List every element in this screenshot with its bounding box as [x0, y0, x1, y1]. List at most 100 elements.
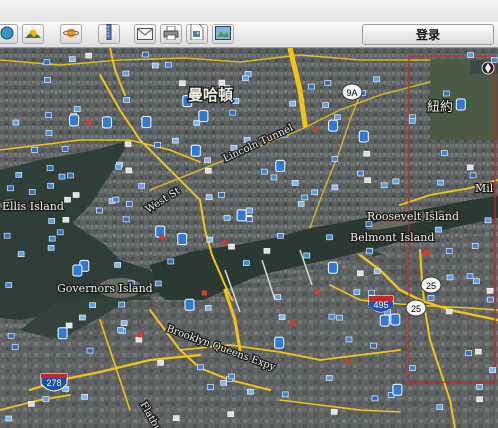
place-pin-icon[interactable]	[184, 298, 195, 311]
photo-marker-icon[interactable]	[46, 165, 54, 171]
photo-marker-icon[interactable]	[165, 61, 172, 68]
photo-marker-icon[interactable]	[56, 229, 64, 236]
photo-marker-icon[interactable]	[17, 251, 25, 257]
photo-marker-icon[interactable]	[7, 332, 15, 339]
photo-marker-icon[interactable]	[42, 396, 50, 402]
photo-marker-icon[interactable]	[371, 395, 379, 402]
photo-marker-icon[interactable]	[242, 75, 249, 82]
photo-marker-icon[interactable]	[442, 90, 450, 97]
photo-marker-icon[interactable]	[489, 367, 496, 373]
photo-marker-icon[interactable]	[118, 301, 125, 308]
photo-marker-icon[interactable]	[135, 336, 143, 343]
photo-marker-icon[interactable]	[466, 164, 474, 171]
photo-marker-icon[interactable]	[44, 77, 51, 83]
red-poi-marker-icon[interactable]	[201, 290, 207, 296]
place-pin-icon[interactable]	[455, 98, 466, 111]
red-poi-marker-icon[interactable]	[137, 332, 143, 338]
red-poi-marker-icon[interactable]	[159, 234, 165, 240]
photo-marker-icon[interactable]	[373, 268, 381, 275]
photo-marker-icon[interactable]	[204, 304, 212, 311]
photo-marker-icon[interactable]	[206, 236, 214, 243]
photo-marker-icon[interactable]	[31, 147, 39, 153]
photo-marker-icon[interactable]	[62, 217, 70, 223]
photo-marker-icon[interactable]	[490, 56, 498, 63]
red-poi-marker-icon[interactable]	[313, 126, 318, 132]
red-poi-marker-icon[interactable]	[290, 320, 296, 326]
photo-marker-icon[interactable]	[67, 172, 74, 179]
navigation-compass-icon[interactable]	[481, 61, 495, 75]
photo-marker-icon[interactable]	[469, 172, 477, 179]
photo-marker-icon[interactable]	[179, 80, 186, 86]
place-pin-icon[interactable]	[236, 209, 247, 222]
photo-marker-icon[interactable]	[112, 196, 120, 203]
photo-marker-icon[interactable]	[114, 262, 121, 268]
photo-marker-icon[interactable]	[47, 245, 55, 251]
place-pin-icon[interactable]	[392, 383, 403, 396]
place-pin-icon[interactable]	[328, 119, 339, 132]
shield-25-a[interactable]: 25	[420, 276, 442, 294]
photo-marker-icon[interactable]	[472, 278, 480, 284]
sunlight-button[interactable]	[22, 24, 44, 44]
place-pin-icon[interactable]	[57, 327, 68, 340]
photo-marker-icon[interactable]	[48, 218, 56, 224]
place-pin-icon[interactable]	[358, 130, 369, 143]
photo-marker-icon[interactable]	[227, 411, 234, 418]
photo-marker-icon[interactable]	[12, 119, 20, 126]
place-pin-icon[interactable]	[274, 336, 285, 349]
photo-marker-icon[interactable]	[436, 404, 444, 410]
photo-marker-icon[interactable]	[333, 114, 341, 120]
photo-marker-icon[interactable]	[445, 248, 453, 254]
place-pin-icon[interactable]	[101, 116, 112, 129]
place-pin-icon[interactable]	[72, 264, 83, 277]
photo-marker-icon[interactable]	[441, 150, 448, 156]
photo-marker-icon[interactable]	[5, 415, 13, 422]
photo-marker-icon[interactable]	[65, 322, 73, 329]
photo-marker-icon[interactable]	[303, 252, 311, 259]
photo-marker-icon[interactable]	[142, 51, 149, 58]
photo-marker-icon[interactable]	[277, 233, 284, 239]
photo-marker-icon[interactable]	[45, 112, 52, 118]
photo-marker-icon[interactable]	[72, 192, 80, 198]
photo-marker-icon[interactable]	[445, 308, 453, 315]
photo-marker-icon[interactable]	[167, 258, 175, 265]
photo-marker-icon[interactable]	[3, 232, 11, 239]
photo-marker-icon[interactable]	[437, 179, 444, 186]
place-pin-icon[interactable]	[275, 159, 286, 172]
photo-marker-icon[interactable]	[172, 415, 180, 421]
photo-marker-icon[interactable]	[204, 157, 211, 164]
photo-marker-icon[interactable]	[331, 184, 339, 191]
photo-marker-icon[interactable]	[328, 313, 336, 320]
photo-marker-icon[interactable]	[28, 189, 36, 195]
photo-marker-icon[interactable]	[364, 177, 371, 183]
photo-marker-icon[interactable]	[243, 260, 250, 266]
photo-marker-icon[interactable]	[117, 326, 124, 333]
photo-marker-icon[interactable]	[58, 173, 66, 180]
photo-marker-icon[interactable]	[220, 379, 227, 386]
photo-marker-icon[interactable]	[207, 384, 214, 390]
place-pin-icon[interactable]	[69, 114, 80, 127]
photo-marker-icon[interactable]	[122, 216, 130, 223]
photo-marker-icon[interactable]	[330, 409, 338, 415]
photo-marker-icon[interactable]	[368, 289, 376, 296]
photo-marker-icon[interactable]	[353, 289, 361, 296]
print-button[interactable]	[160, 24, 182, 44]
photo-marker-icon[interactable]	[476, 384, 483, 390]
red-poi-marker-icon[interactable]	[424, 250, 429, 255]
photo-marker-icon[interactable]	[311, 189, 319, 196]
photo-marker-icon[interactable]	[157, 359, 164, 366]
photo-marker-icon[interactable]	[471, 243, 479, 249]
photo-marker-icon[interactable]	[446, 274, 454, 281]
photo-marker-icon[interactable]	[172, 137, 179, 144]
red-poi-marker-icon[interactable]	[86, 120, 92, 125]
photo-marker-icon[interactable]	[345, 336, 353, 343]
photo-marker-icon[interactable]	[125, 167, 133, 174]
place-pin-icon[interactable]	[198, 110, 209, 123]
photo-marker-icon[interactable]	[73, 106, 81, 112]
photo-marker-icon[interactable]	[392, 178, 400, 185]
photo-marker-icon[interactable]	[487, 296, 494, 303]
photo-marker-icon[interactable]	[81, 393, 88, 400]
photo-marker-icon[interactable]	[409, 365, 416, 372]
photo-marker-icon[interactable]	[205, 167, 212, 174]
photo-marker-icon[interactable]	[475, 348, 482, 355]
globe-button[interactable]	[0, 24, 18, 44]
